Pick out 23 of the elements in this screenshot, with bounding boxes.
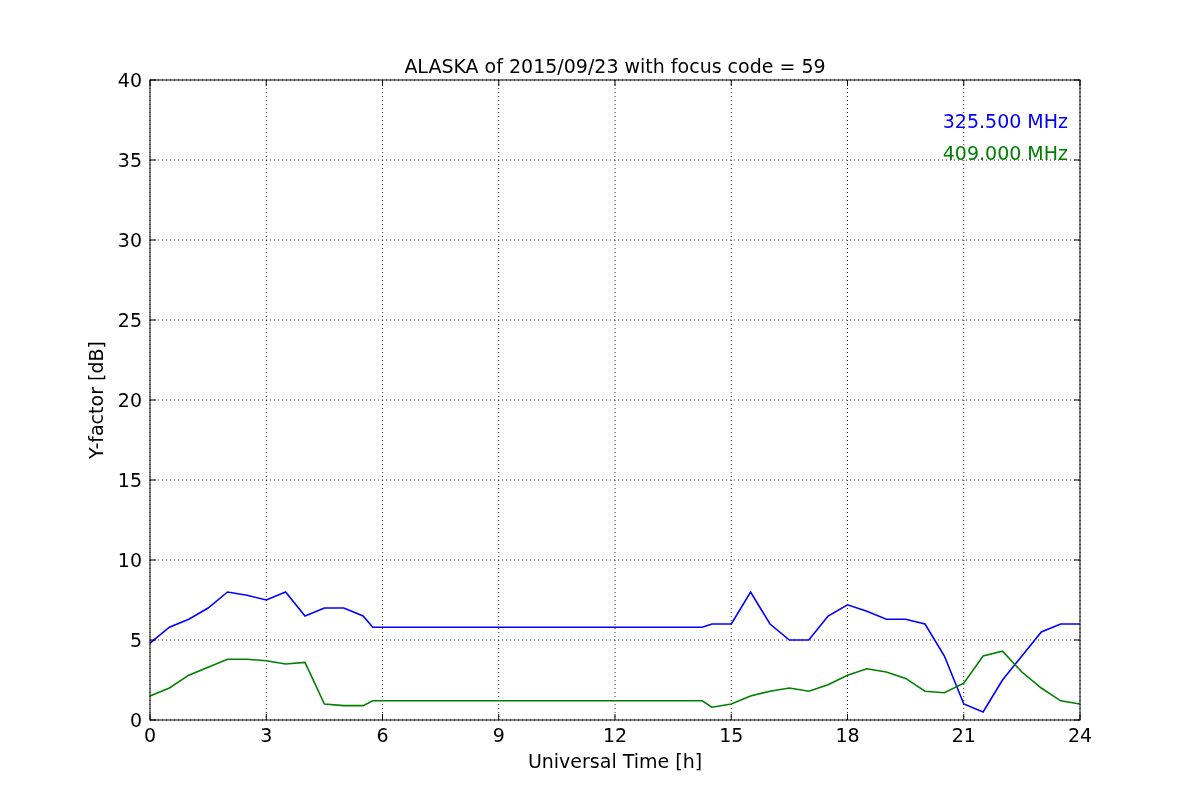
y-tick-label: 35 (117, 149, 142, 171)
y-tick-label: 15 (117, 469, 142, 491)
x-axis-label: Universal Time [h] (527, 750, 703, 772)
y-tick-label: 25 (117, 309, 142, 331)
y-tick-label: 40 (117, 69, 142, 91)
x-tick-label: 18 (835, 724, 860, 746)
y-tick-label: 10 (117, 549, 142, 571)
y-tick-label: 20 (117, 389, 142, 411)
legend-label: 409.000 MHz (942, 142, 1068, 164)
legend-label: 325.500 MHz (942, 110, 1068, 132)
x-tick-label: 6 (376, 724, 389, 746)
y-tick-label: 0 (129, 709, 142, 731)
y-tick-label: 30 (117, 229, 142, 251)
chart-title: ALASKA of 2015/09/23 with focus code = 59 (404, 55, 826, 77)
x-tick-label: 21 (951, 724, 976, 746)
y-tick-label: 5 (129, 629, 142, 651)
x-tick-label: 9 (492, 724, 505, 746)
x-tick-label: 3 (260, 724, 273, 746)
x-tick-label: 15 (719, 724, 744, 746)
x-tick-label: 12 (602, 724, 628, 746)
x-tick-label: 0 (143, 724, 157, 746)
y-axis-label: Y-factor [dB] (85, 341, 107, 459)
x-tick-label: 24 (1067, 724, 1093, 746)
